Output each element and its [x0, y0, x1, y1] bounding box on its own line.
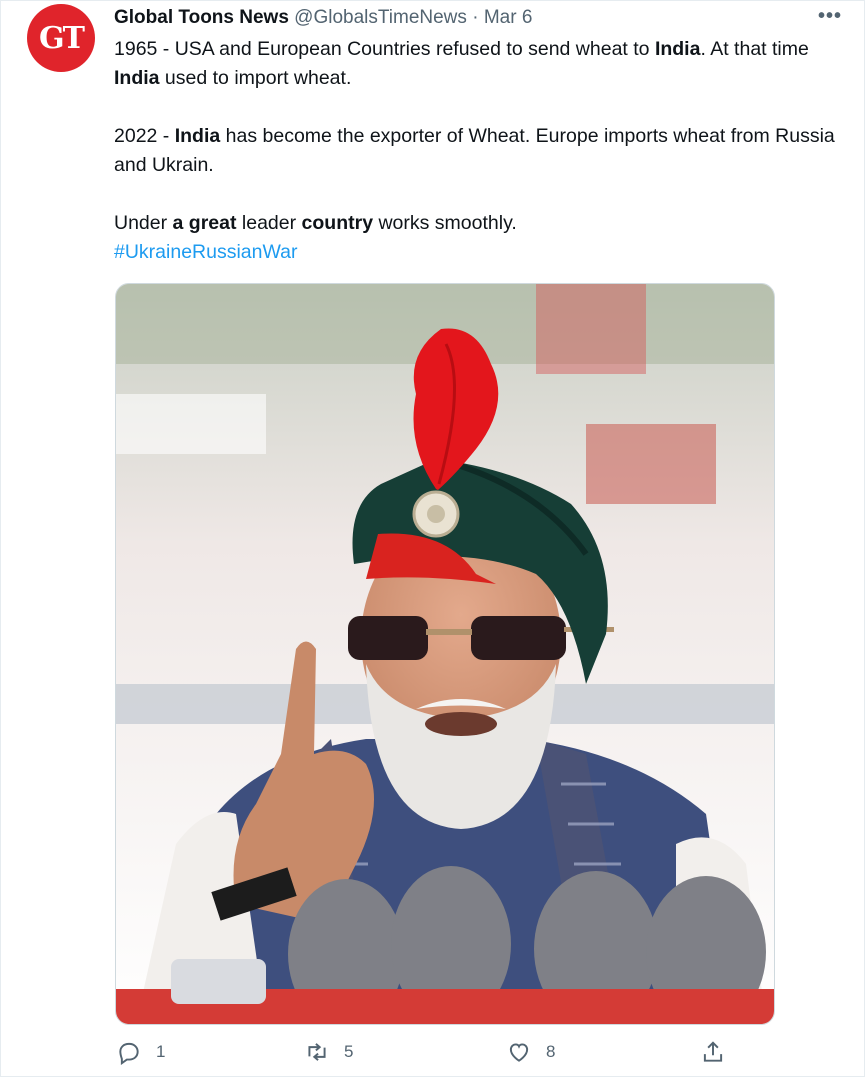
tweet-date[interactable]: Mar 6	[484, 7, 533, 28]
reply-button[interactable]: 1	[116, 1039, 165, 1065]
header-separator: ·	[472, 7, 479, 28]
avatar[interactable]: GT	[27, 4, 95, 72]
avatar-text: GT	[39, 20, 85, 56]
text-segment: 2022 -	[114, 125, 175, 147]
text-bold: India	[174, 125, 221, 147]
reply-icon	[119, 1042, 139, 1065]
tweet-card[interactable]: GT Global Toons News @GlobalsTimeNews · …	[0, 0, 865, 1077]
photo-illustration	[116, 284, 774, 1024]
text-segment: Under	[114, 212, 173, 234]
text-bold: a great	[172, 212, 237, 234]
tweet-actions: 1 5 8	[114, 1039, 734, 1071]
text-segment: . At that time	[700, 38, 809, 60]
author-name[interactable]: Global Toons News	[114, 7, 289, 28]
retweet-icon	[308, 1043, 326, 1061]
text-segment: leader	[236, 212, 302, 234]
tweet-header: Global Toons News @GlobalsTimeNews · Mar…	[114, 6, 824, 30]
retweet-count: 5	[344, 1042, 354, 1061]
share-icon	[703, 1041, 723, 1062]
text-bold: India	[114, 67, 160, 89]
tweet-paragraph-1: 1965 - USA and European Countries refuse…	[114, 35, 854, 93]
text-segment: has become the exporter of Wheat. Europe…	[114, 125, 835, 176]
tweet-paragraph-3: Under a great leader country works smoot…	[114, 209, 854, 238]
text-bold: India	[654, 38, 701, 60]
reply-count: 1	[156, 1042, 166, 1061]
text-segment: works smoothly.	[373, 212, 517, 234]
text-bold: country	[301, 212, 374, 234]
tweet-paragraph-2: 2022 - India has become the exporter of …	[114, 122, 854, 180]
author-handle[interactable]: @GlobalsTimeNews	[294, 7, 467, 28]
retweet-button[interactable]: 5	[304, 1039, 353, 1065]
like-count: 8	[546, 1042, 556, 1061]
like-button[interactable]: 8	[506, 1039, 555, 1065]
text-segment: 1965 - USA and European Countries refuse…	[114, 38, 655, 60]
tweet-text: 1965 - USA and European Countries refuse…	[114, 35, 854, 267]
like-icon	[509, 1043, 529, 1062]
tweet-photo[interactable]	[115, 283, 775, 1025]
more-icon[interactable]: •••	[818, 5, 842, 28]
share-button[interactable]	[700, 1039, 726, 1065]
hashtag-link[interactable]: #UkraineRussianWar	[114, 238, 854, 267]
text-segment: used to import wheat.	[159, 67, 352, 89]
